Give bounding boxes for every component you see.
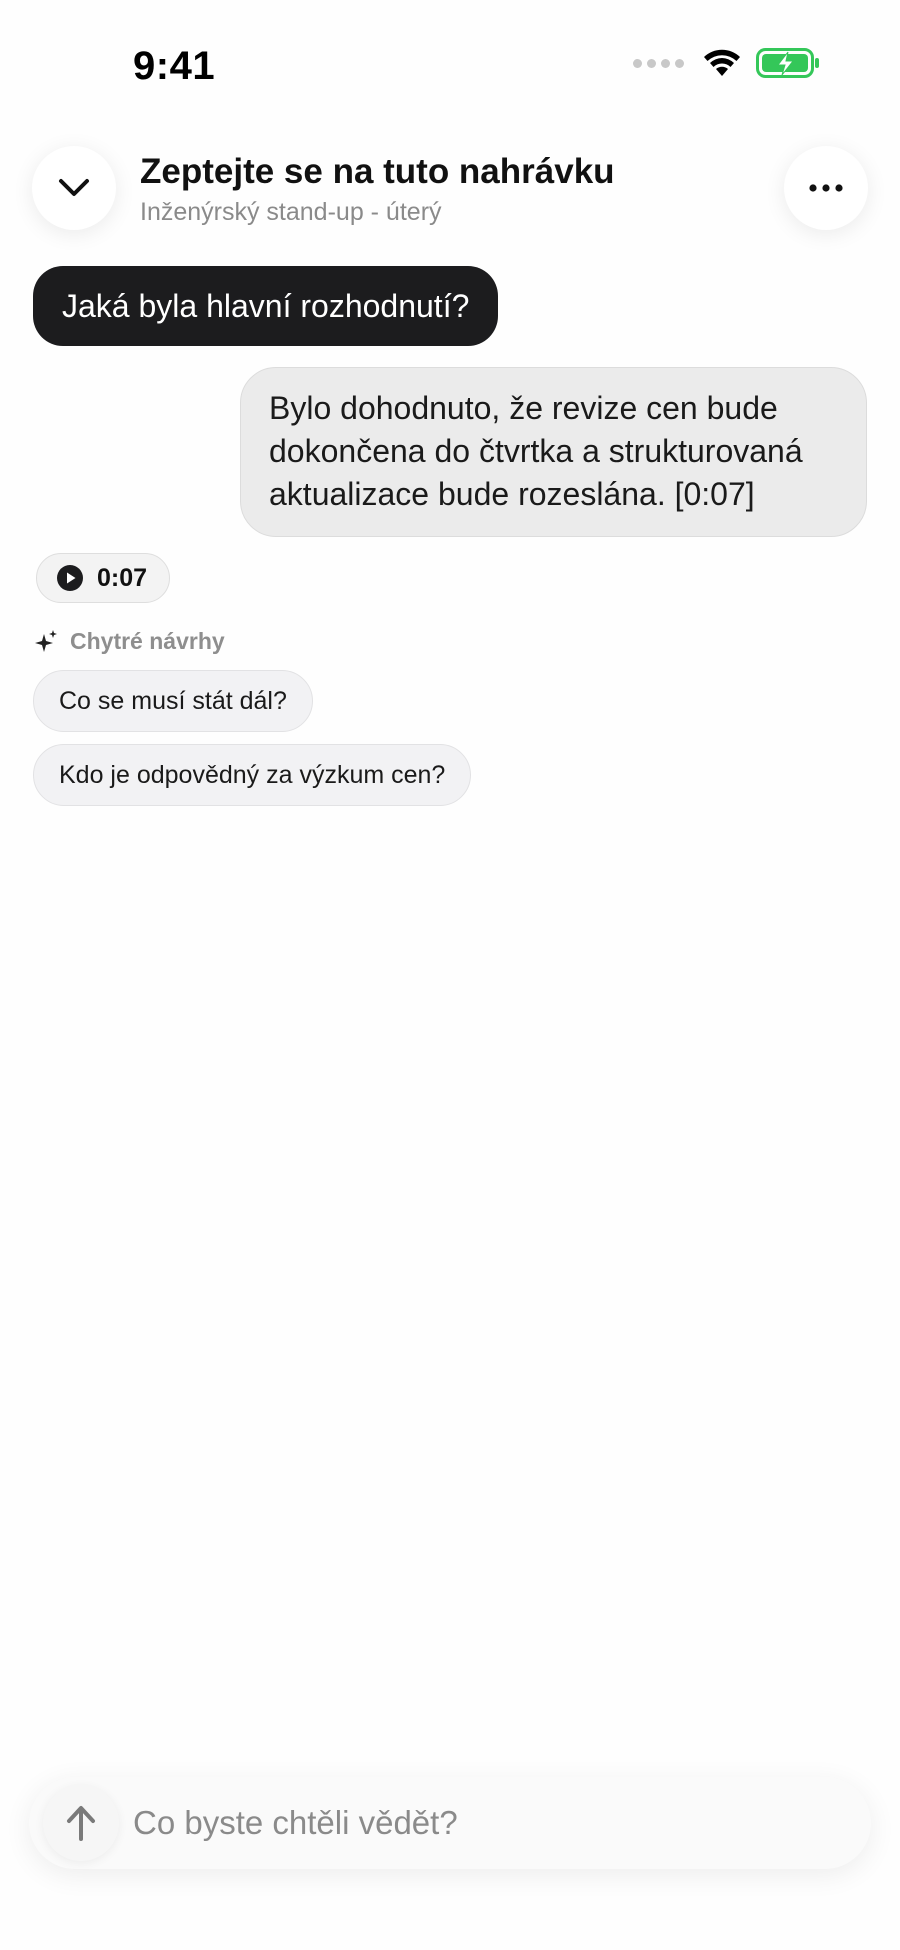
play-timestamp-button[interactable]: 0:07 <box>36 553 171 603</box>
assistant-answer-text: Bylo dohodnuto, že revize cen bude dokon… <box>269 390 803 512</box>
suggestion-chip-label: Co se musí stát dál? <box>59 686 287 715</box>
user-question-text: Jaká byla hlavní rozhodnutí? <box>62 287 470 324</box>
status-icons <box>633 48 820 78</box>
suggestion-chip[interactable]: Co se musí stát dál? <box>33 670 313 732</box>
user-question-bubble: Jaká byla hlavní rozhodnutí? <box>33 266 499 346</box>
smart-suggestions-header: Chytré návrhy <box>34 628 225 655</box>
question-composer <box>29 1777 871 1869</box>
arrow-up-icon <box>67 1806 95 1841</box>
status-time: 9:41 <box>133 44 216 88</box>
battery-charging-icon <box>756 48 819 78</box>
ellipsis-icon <box>809 184 843 192</box>
play-timestamp-label: 0:07 <box>97 563 148 592</box>
send-button[interactable] <box>43 1785 119 1861</box>
ask-recording-screen: 9:41 Zeptejte se na tuto nahrávku Inžený… <box>0 0 900 1950</box>
chevron-down-icon <box>59 179 89 196</box>
more-options-button[interactable] <box>784 146 868 230</box>
suggestion-chip-label: Kdo je odpovědný za výzkum cen? <box>59 760 446 789</box>
wifi-icon <box>704 49 740 76</box>
cellular-signal-icon <box>633 58 684 68</box>
question-input[interactable] <box>133 1777 853 1869</box>
recording-subtitle: Inženýrský stand-up - úterý <box>140 198 442 226</box>
sparkles-icon <box>35 629 57 652</box>
play-icon <box>57 565 83 591</box>
suggestion-chip[interactable]: Kdo je odpovědný za výzkum cen? <box>33 744 472 806</box>
assistant-answer-bubble: Bylo dohodnuto, že revize cen bude dokon… <box>240 367 867 537</box>
smart-suggestions-label: Chytré návrhy <box>70 628 225 654</box>
page-title: Zeptejte se na tuto nahrávku <box>140 152 615 191</box>
collapse-button[interactable] <box>32 146 116 230</box>
